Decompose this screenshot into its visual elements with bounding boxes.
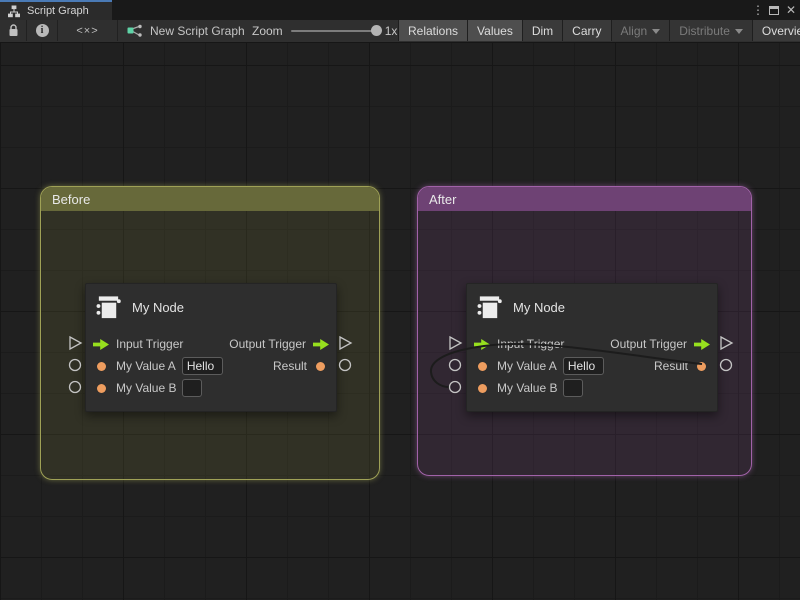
info-icon: i bbox=[36, 24, 49, 37]
values-button[interactable]: Values bbox=[467, 20, 522, 41]
maximize-icon[interactable] bbox=[769, 6, 779, 15]
port-label-result: Result bbox=[273, 359, 307, 373]
value-b-row: My Value B bbox=[467, 377, 717, 399]
value-a-row: My Value A Result bbox=[467, 355, 717, 377]
zoom-control: Zoom 1x bbox=[252, 20, 397, 41]
value-a-row: My Value A Result bbox=[86, 355, 336, 377]
zoom-slider-handle[interactable] bbox=[371, 25, 382, 36]
flow-input-icon bbox=[93, 339, 109, 350]
port-label-input-trigger: Input Trigger bbox=[497, 337, 564, 351]
overview-button[interactable]: Overview bbox=[752, 20, 800, 41]
graph-toolbar: i <×> New Script Graph Zoom 1x Relations bbox=[0, 20, 800, 43]
value-port-icon bbox=[697, 362, 706, 371]
group-title: Before bbox=[52, 192, 90, 207]
port-label-output-trigger: Output Trigger bbox=[610, 337, 687, 351]
value-port-icon bbox=[478, 362, 487, 371]
value-b-row: My Value B bbox=[86, 377, 336, 399]
flow-output-icon bbox=[694, 339, 710, 350]
code-angle-icon: <×> bbox=[76, 25, 98, 37]
port-label-value-b: My Value B bbox=[497, 381, 557, 395]
value-port-icon bbox=[478, 384, 487, 393]
port-label-input-trigger: Input Trigger bbox=[116, 337, 183, 351]
value-port-icon bbox=[316, 362, 325, 371]
group-after-header[interactable]: After bbox=[418, 187, 751, 211]
unit-node-icon bbox=[476, 294, 503, 321]
toolbar-left-icons: i <×> bbox=[0, 20, 118, 41]
port-label-result: Result bbox=[654, 359, 688, 373]
script-graph-window: Script Graph ⋮ ✕ i <×> bbox=[0, 0, 800, 600]
info-button[interactable]: i bbox=[27, 20, 58, 41]
flow-input-icon bbox=[474, 339, 490, 350]
value-b-input[interactable] bbox=[182, 379, 202, 397]
carry-button[interactable]: Carry bbox=[562, 20, 610, 41]
chevron-down-icon bbox=[735, 29, 743, 34]
inspect-code-button[interactable]: <×> bbox=[58, 20, 118, 41]
node-my-node-after[interactable]: My Node Input Trigger Output Trigger My … bbox=[466, 283, 718, 412]
script-graph-tab-icon bbox=[7, 5, 21, 18]
close-icon[interactable]: ✕ bbox=[786, 3, 796, 17]
dim-button[interactable]: Dim bbox=[522, 20, 562, 41]
port-label-value-b: My Value B bbox=[116, 381, 176, 395]
tab-strip: Script Graph ⋮ ✕ bbox=[0, 0, 800, 20]
port-label-value-a: My Value A bbox=[497, 359, 557, 373]
value-port-icon bbox=[97, 362, 106, 371]
distribute-button[interactable]: Distribute bbox=[669, 20, 752, 41]
graph-asset-icon bbox=[127, 24, 143, 38]
window-controls: ⋮ ✕ bbox=[752, 0, 796, 20]
tab-label: Script Graph bbox=[27, 5, 89, 17]
group-before-header[interactable]: Before bbox=[41, 187, 379, 211]
group-title: After bbox=[429, 192, 456, 207]
node-header[interactable]: My Node bbox=[86, 284, 336, 330]
lock-icon bbox=[8, 24, 19, 37]
zoom-value: 1x bbox=[385, 24, 398, 38]
relations-button[interactable]: Relations bbox=[398, 20, 467, 41]
trigger-row: Input Trigger Output Trigger bbox=[86, 333, 336, 355]
graph-title-area: New Script Graph bbox=[127, 20, 245, 41]
graph-name: New Script Graph bbox=[150, 24, 245, 38]
zoom-label: Zoom bbox=[252, 24, 283, 38]
port-label-value-a: My Value A bbox=[116, 359, 176, 373]
node-title: My Node bbox=[513, 300, 565, 315]
lock-button[interactable] bbox=[0, 20, 27, 41]
value-port-icon bbox=[97, 384, 106, 393]
value-a-input[interactable] bbox=[182, 357, 223, 375]
graph-canvas[interactable]: Before After My Node bbox=[0, 43, 800, 600]
toolbar-toggle-buttons: Relations Values Dim Carry Align Distrib… bbox=[398, 20, 800, 41]
node-header[interactable]: My Node bbox=[467, 284, 717, 330]
node-my-node-before[interactable]: My Node Input Trigger Output Trigger My … bbox=[85, 283, 337, 412]
flow-output-icon bbox=[313, 339, 329, 350]
chevron-down-icon bbox=[652, 29, 660, 34]
value-b-input[interactable] bbox=[563, 379, 583, 397]
unit-node-icon bbox=[95, 294, 122, 321]
zoom-slider[interactable] bbox=[291, 30, 377, 32]
tab-script-graph[interactable]: Script Graph bbox=[0, 0, 112, 20]
value-a-input[interactable] bbox=[563, 357, 604, 375]
kebab-menu-icon[interactable]: ⋮ bbox=[752, 3, 762, 17]
node-title: My Node bbox=[132, 300, 184, 315]
port-label-output-trigger: Output Trigger bbox=[229, 337, 306, 351]
align-button[interactable]: Align bbox=[611, 20, 670, 41]
trigger-row: Input Trigger Output Trigger bbox=[467, 333, 717, 355]
